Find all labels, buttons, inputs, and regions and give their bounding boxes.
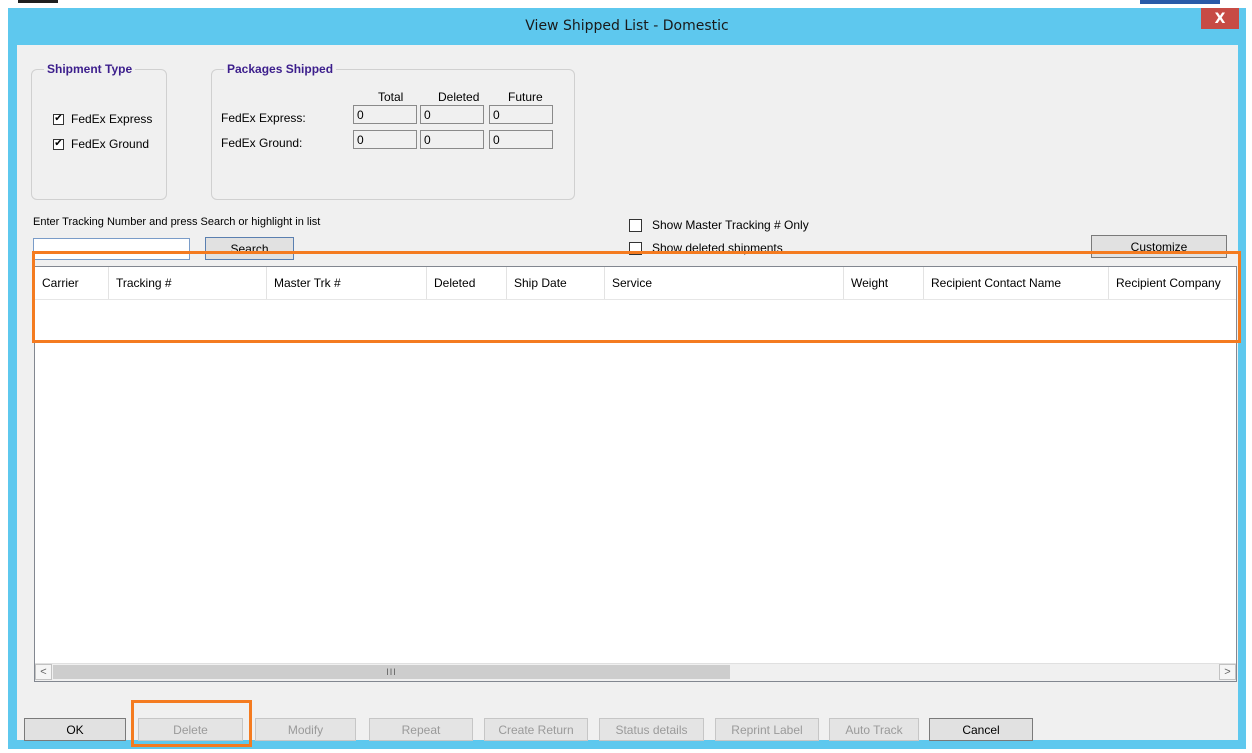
fedex-express-check-icon[interactable] xyxy=(53,113,64,125)
express-deleted-field: 0 xyxy=(420,105,484,124)
fedex-ground-check-icon[interactable] xyxy=(53,138,64,150)
scroll-right-icon[interactable]: > xyxy=(1219,664,1236,680)
column-header-deleted: Deleted xyxy=(438,90,480,104)
fedex-ground-label: FedEx Ground xyxy=(71,137,150,151)
fedex-express-checkbox[interactable]: FedEx Express xyxy=(53,112,152,126)
show-deleted-checkbox[interactable]: Show deleted shipments xyxy=(629,241,783,255)
status-details-button[interactable]: Status details xyxy=(599,718,704,741)
search-instruction: Enter Tracking Number and press Search o… xyxy=(33,216,321,228)
modify-button[interactable]: Modify xyxy=(255,718,356,741)
column-header-total: Total xyxy=(378,90,404,104)
ground-deleted-field: 0 xyxy=(420,130,484,149)
background-window-edge-right xyxy=(1140,0,1220,4)
express-total-field: 0 xyxy=(353,105,417,124)
close-button[interactable]: X xyxy=(1201,8,1239,29)
create-return-button[interactable]: Create Return xyxy=(484,718,588,741)
horizontal-scrollbar[interactable]: < III > xyxy=(35,663,1236,681)
shipment-type-legend: Shipment Type xyxy=(47,62,133,76)
show-deleted-label: Show deleted shipments xyxy=(652,241,783,255)
scroll-left-icon[interactable]: < xyxy=(35,664,52,680)
ground-future-field: 0 xyxy=(489,130,553,149)
cancel-button[interactable]: Cancel xyxy=(929,718,1033,741)
tracking-search-input[interactable] xyxy=(33,238,190,260)
title-bar[interactable]: View Shipped List - Domestic X xyxy=(8,8,1246,45)
fedex-ground-checkbox[interactable]: FedEx Ground xyxy=(53,137,149,151)
search-button[interactable]: Search xyxy=(205,237,294,260)
show-deleted-check-icon[interactable] xyxy=(629,241,642,255)
col-deleted[interactable]: Deleted xyxy=(427,267,507,299)
dialog-client-area: Shipment Type FedEx Express FedEx Ground… xyxy=(17,45,1238,741)
express-future-field: 0 xyxy=(489,105,553,124)
reprint-label-button[interactable]: Reprint Label xyxy=(715,718,819,741)
master-tracking-check-icon[interactable] xyxy=(629,218,642,232)
fedex-ground-count-label: FedEx Ground: xyxy=(221,136,303,150)
scroll-thumb[interactable]: III xyxy=(53,665,730,679)
master-tracking-only-checkbox[interactable]: Show Master Tracking # Only xyxy=(629,218,809,232)
fedex-express-count-label: FedEx Express: xyxy=(221,111,306,125)
column-header-future: Future xyxy=(508,90,543,104)
repeat-button[interactable]: Repeat xyxy=(369,718,473,741)
ground-total-field: 0 xyxy=(353,130,417,149)
shipped-list[interactable]: Carrier Tracking # Master Trk # Deleted … xyxy=(34,266,1237,682)
delete-button[interactable]: Delete xyxy=(138,718,243,741)
customize-button[interactable]: Customize xyxy=(1091,235,1227,258)
auto-track-button[interactable]: Auto Track xyxy=(829,718,919,741)
background-strip xyxy=(0,0,1252,8)
col-recipient-company[interactable]: Recipient Company xyxy=(1109,267,1236,299)
background-window-edge xyxy=(18,0,58,3)
dialog-window: View Shipped List - Domestic X Shipment … xyxy=(8,8,1246,749)
col-weight[interactable]: Weight xyxy=(844,267,924,299)
list-header: Carrier Tracking # Master Trk # Deleted … xyxy=(35,267,1236,300)
window-title: View Shipped List - Domestic xyxy=(525,18,729,34)
col-service[interactable]: Service xyxy=(605,267,844,299)
col-carrier[interactable]: Carrier xyxy=(35,267,109,299)
fedex-express-label: FedEx Express xyxy=(71,112,153,126)
col-recipient-contact[interactable]: Recipient Contact Name xyxy=(924,267,1109,299)
packages-shipped-legend: Packages Shipped xyxy=(227,62,334,76)
col-master-trk[interactable]: Master Trk # xyxy=(267,267,427,299)
ok-button[interactable]: OK xyxy=(24,718,126,741)
shipment-type-group: Shipment Type xyxy=(31,62,167,200)
col-ship-date[interactable]: Ship Date xyxy=(507,267,605,299)
master-tracking-only-label: Show Master Tracking # Only xyxy=(652,218,809,232)
col-tracking[interactable]: Tracking # xyxy=(109,267,267,299)
